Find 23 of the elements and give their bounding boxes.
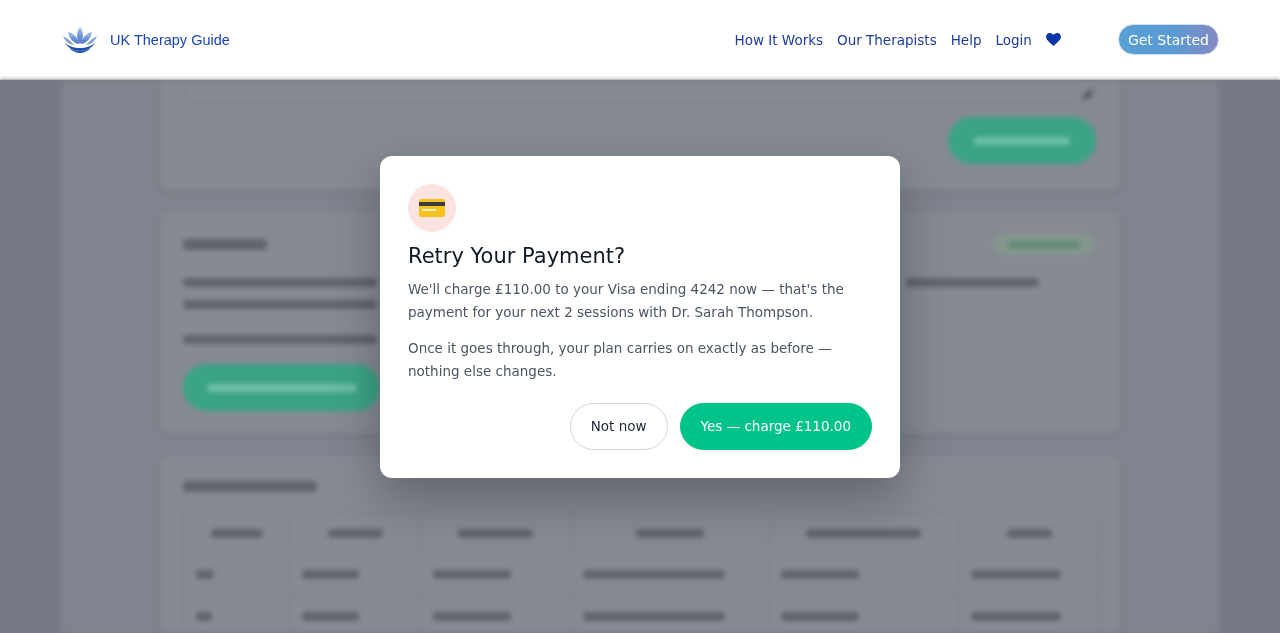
blurred-button[interactable] <box>948 117 1096 164</box>
nav-link[interactable]: Login <box>995 31 1032 48</box>
resize-grip-icon[interactable] <box>1082 89 1092 99</box>
nav-link[interactable]: Help <box>950 31 982 48</box>
blurred-text <box>1006 528 1052 538</box>
dialog-text: We'll charge £110.00 to your Visa ending 4242 now — that's the payment for your next 2 sessions with Dr. Sarah Thompson. <box>408 279 845 322</box>
credit-card-icon <box>408 183 456 232</box>
blurred-text <box>210 528 263 538</box>
not-now-button[interactable]: Not now <box>569 402 668 450</box>
blurred-text <box>302 612 359 621</box>
dialog-title: Retry Your Payment? <box>408 242 627 270</box>
blurred-text <box>302 570 359 579</box>
nav-link[interactable]: How It Works <box>734 31 824 48</box>
nav-link[interactable]: Our Therapists <box>837 31 937 48</box>
dialog-text: Once it goes through, your plan carries on exactly as before — nothing else changes. <box>408 338 833 381</box>
heart-icon[interactable] <box>1045 33 1061 46</box>
blurred-text <box>327 528 383 538</box>
blurred-text <box>196 570 214 579</box>
lotus-logo-icon <box>62 25 98 54</box>
blurred-button[interactable] <box>183 364 380 411</box>
blurred-text <box>196 612 212 621</box>
brand-name[interactable]: UK Therapy Guide <box>110 31 230 48</box>
blurred-text <box>635 528 704 538</box>
